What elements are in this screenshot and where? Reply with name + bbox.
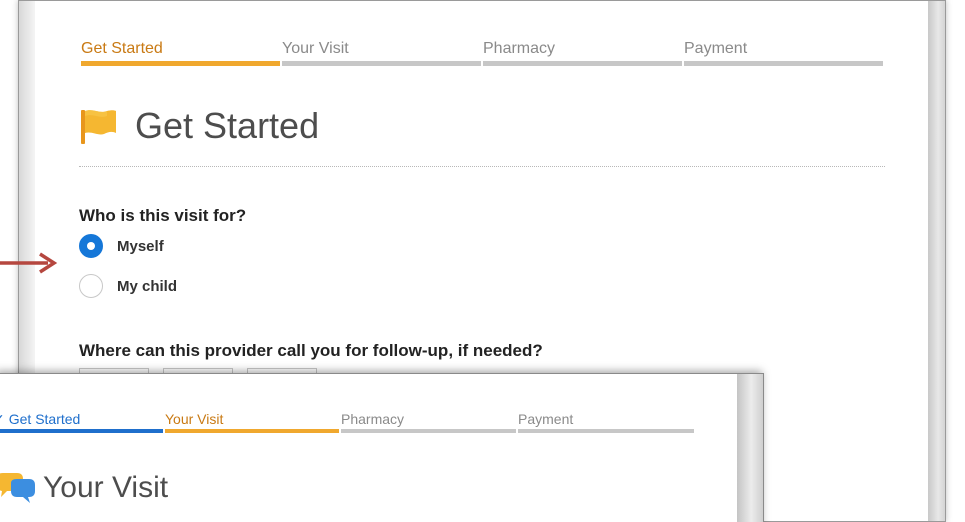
step-progress-bar xyxy=(684,61,883,66)
step-payment[interactable]: Payment xyxy=(684,39,883,66)
step-progress-bar xyxy=(483,61,682,66)
panel-right-edge xyxy=(928,1,945,521)
step-label: Pharmacy xyxy=(483,40,556,57)
radio-my-child[interactable]: My child xyxy=(79,274,177,298)
panel-right-edge xyxy=(737,374,763,522)
step-pharmacy[interactable]: Pharmacy xyxy=(341,410,516,433)
overlay-title-row: Your Visit xyxy=(0,471,168,505)
step-label: Payment xyxy=(518,411,574,427)
radio-button-checked[interactable] xyxy=(79,234,103,258)
step-get-started[interactable]: ✓Get Started xyxy=(0,410,163,433)
step-label: Your Visit xyxy=(282,40,349,57)
chat-bubbles-icon xyxy=(0,473,35,503)
step-label: Pharmacy xyxy=(341,411,405,427)
title-divider xyxy=(79,166,885,167)
overlay-page-title: Your Visit xyxy=(43,471,169,504)
red-arrow-icon xyxy=(0,252,58,274)
step-progress-bar xyxy=(81,61,280,66)
step-your-visit[interactable]: Your Visit xyxy=(282,39,481,66)
progress-steps: Get Started Your Visit Pharmacy Payment xyxy=(81,39,883,66)
step-label: Your Visit xyxy=(165,411,224,427)
your-visit-panel: ✓Get Started Your Visit Pharmacy Payment… xyxy=(0,373,764,522)
step-progress-bar xyxy=(282,61,481,66)
step-label: Get Started xyxy=(8,411,81,427)
radio-label[interactable]: Myself xyxy=(117,238,164,255)
step-progress-bar xyxy=(165,429,339,433)
step-your-visit[interactable]: Your Visit xyxy=(165,410,339,433)
step-progress-bar xyxy=(0,429,163,433)
step-progress-bar xyxy=(518,429,694,433)
page-title: Get Started xyxy=(135,105,320,146)
step-label: Payment xyxy=(684,40,748,57)
radio-button-unchecked[interactable] xyxy=(79,274,103,298)
step-pharmacy[interactable]: Pharmacy xyxy=(483,39,682,66)
flag-icon xyxy=(81,110,116,144)
checkmark-icon: ✓ xyxy=(0,411,5,427)
page-title-row: Get Started xyxy=(79,101,319,151)
radio-label[interactable]: My child xyxy=(117,278,177,295)
step-label-row: ✓Get Started xyxy=(0,410,163,428)
step-label: Get Started xyxy=(81,40,163,57)
visit-for-question: Who is this visit for? xyxy=(79,206,247,225)
step-payment[interactable]: Payment xyxy=(518,410,694,433)
overlay-progress-steps: ✓Get Started Your Visit Pharmacy Payment xyxy=(0,410,696,433)
follow-up-phone-question: Where can this provider call you for fol… xyxy=(79,341,543,360)
screenshot-stage: Get Started Your Visit Pharmacy Payment xyxy=(0,0,965,522)
radio-myself[interactable]: Myself xyxy=(79,234,164,258)
step-progress-bar xyxy=(341,429,516,433)
step-get-started[interactable]: Get Started xyxy=(81,39,280,66)
